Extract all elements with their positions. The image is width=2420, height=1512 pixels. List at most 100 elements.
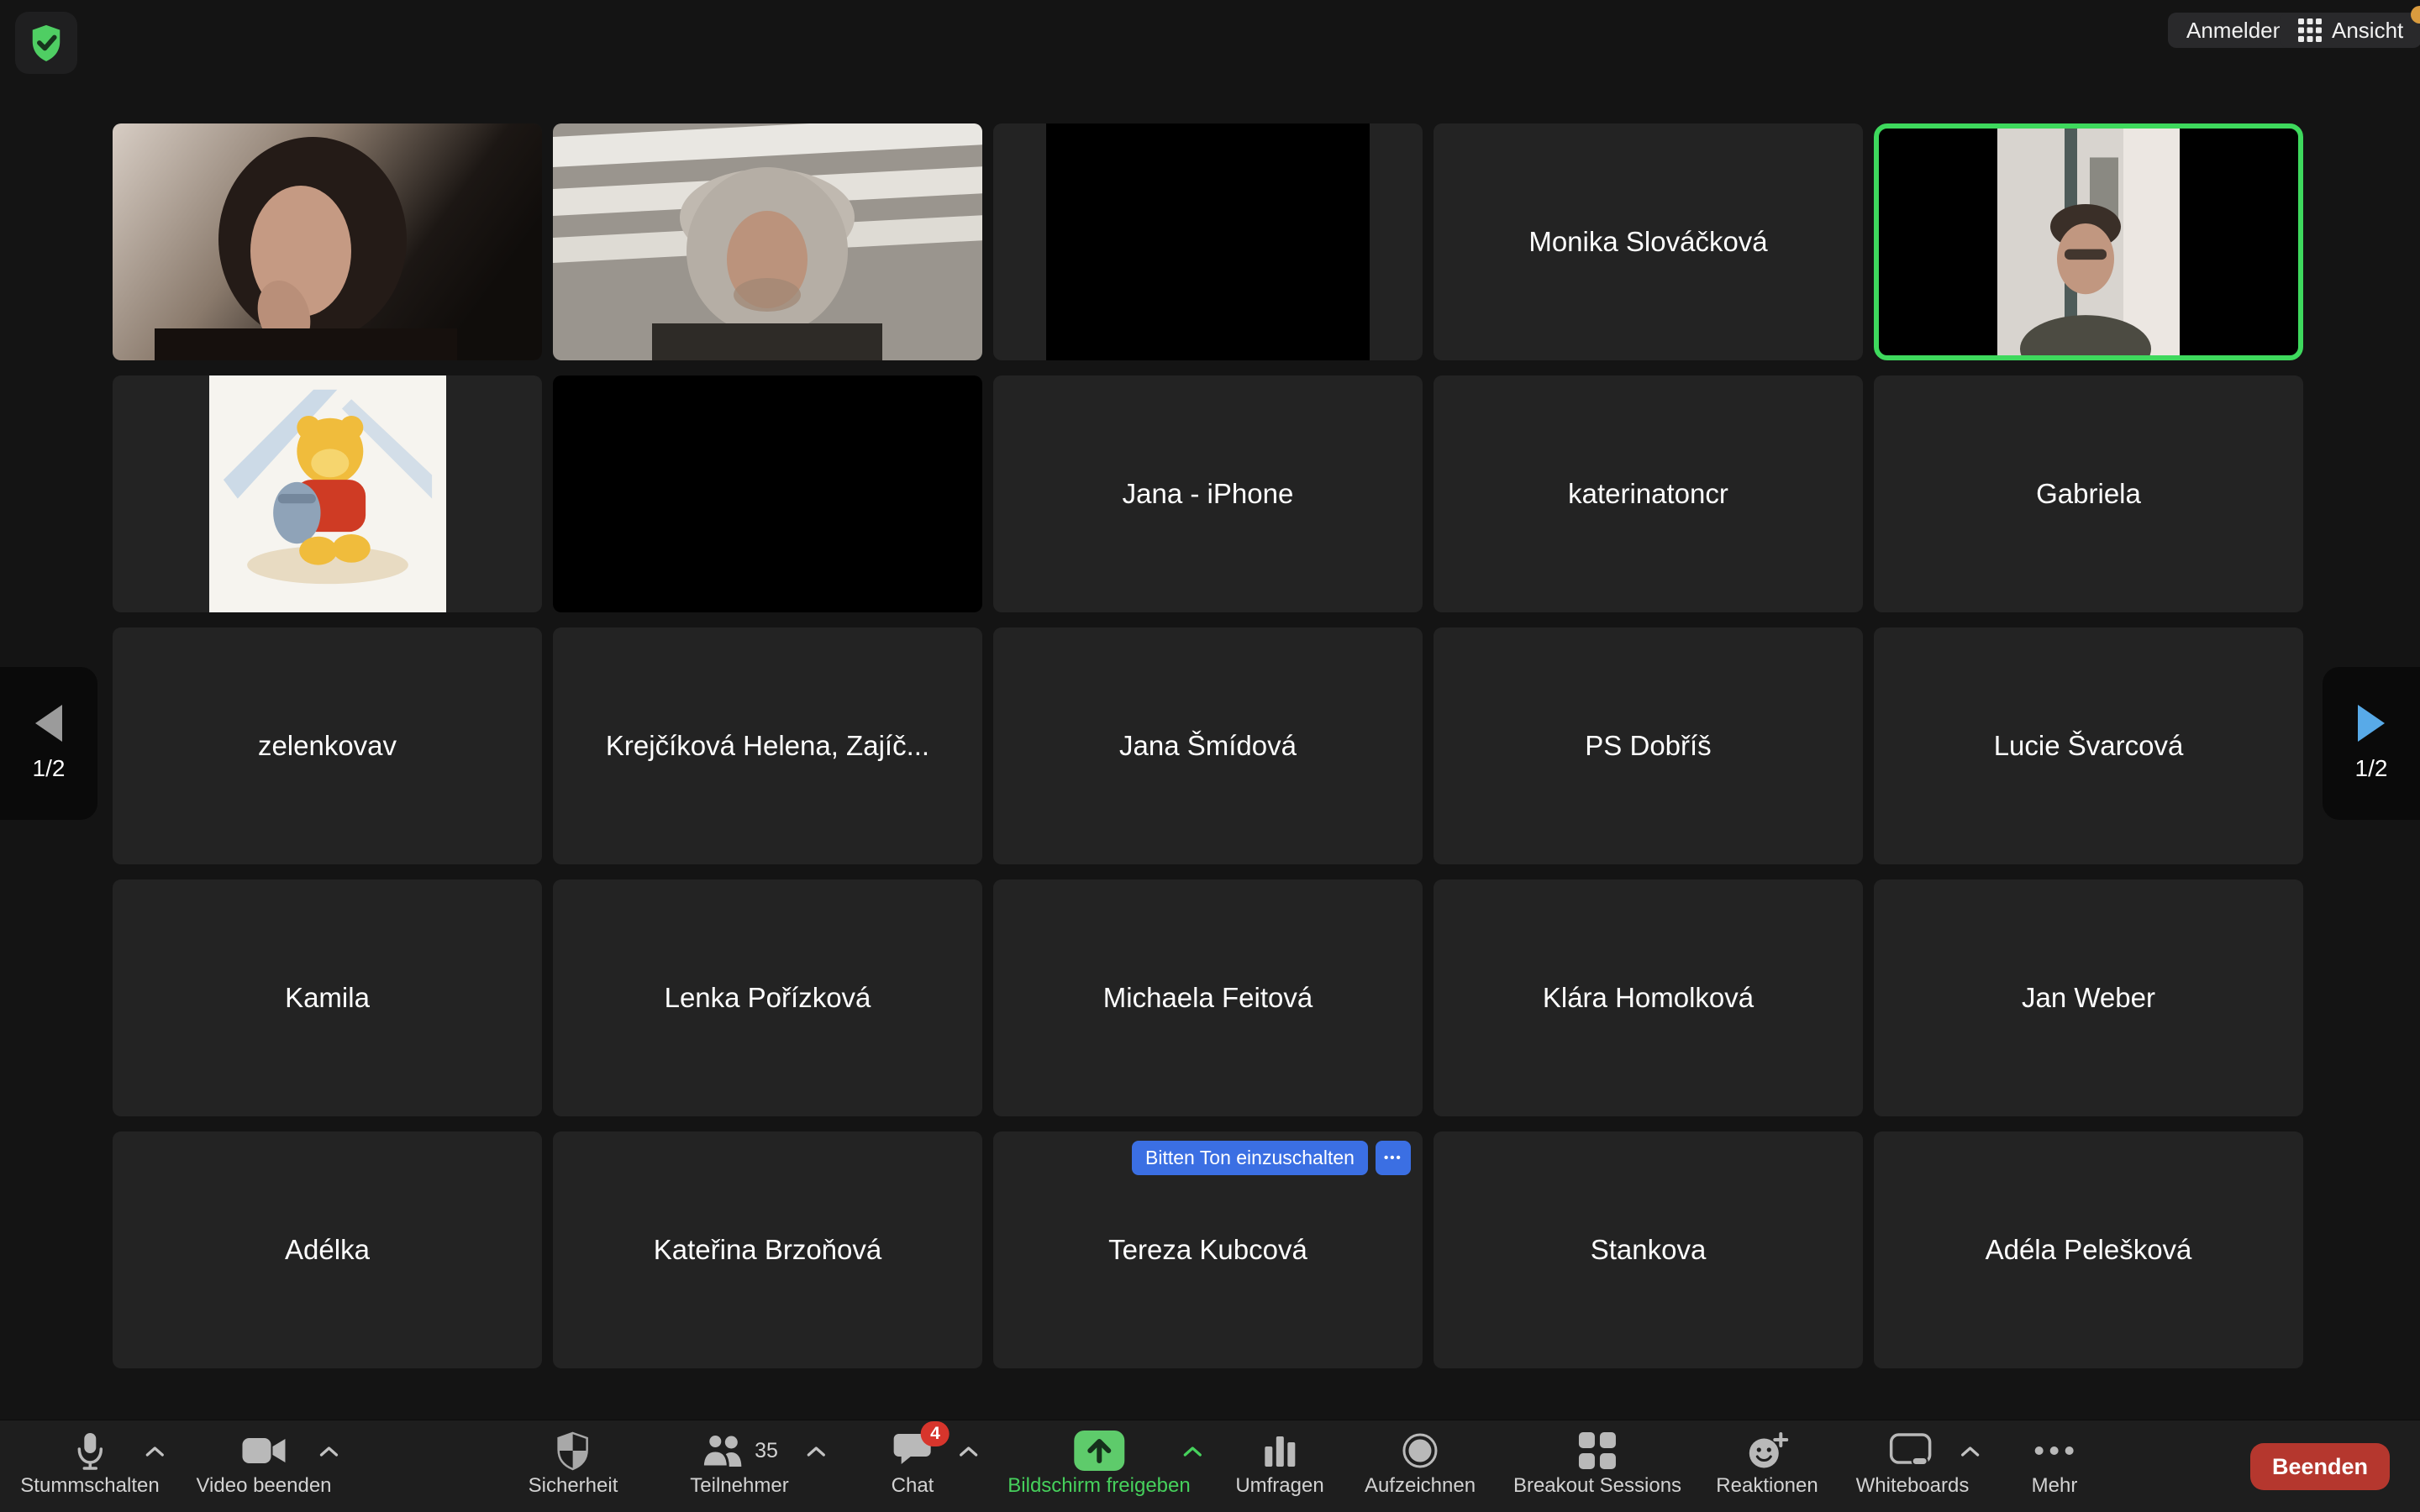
participant-tile-profile-image[interactable] — [113, 375, 542, 612]
end-meeting-button[interactable]: Beenden — [2250, 1443, 2390, 1490]
participant-name: Lenka Pořízková — [665, 982, 871, 1014]
ask-to-unmute-controls: Bitten Ton einzuschalten ••• — [1132, 1141, 1411, 1175]
previous-page-button[interactable]: 1/2 — [0, 667, 97, 820]
chevron-up-icon — [807, 1446, 825, 1457]
chat-unread-badge: 4 — [921, 1421, 950, 1446]
chat-options-caret[interactable] — [960, 1446, 978, 1461]
chevron-up-icon — [1961, 1446, 1980, 1457]
participant-name: Klára Homolková — [1543, 982, 1754, 1014]
participant-tile[interactable]: Gabriela — [1874, 375, 2303, 612]
participant-name: Tereza Kubcová — [1108, 1234, 1307, 1266]
participants-button[interactable]: 35 Teilnehmer — [690, 1431, 788, 1498]
polls-button[interactable]: Umfragen — [1235, 1431, 1323, 1498]
breakout-sessions-button[interactable]: Breakout Sessions — [1513, 1431, 1681, 1498]
video-camera-icon — [241, 1436, 287, 1466]
more-icon — [2034, 1446, 2075, 1456]
participant-tile[interactable]: Bitten Ton einzuschalten ••• Tereza Kubc… — [993, 1131, 1423, 1368]
participant-name: Monika Slováčková — [1528, 226, 1767, 258]
participant-name: katerinatoncr — [1568, 478, 1728, 510]
participant-name: Gabriela — [2036, 478, 2141, 510]
mute-button[interactable]: Stummschalten — [20, 1431, 159, 1498]
chevron-up-icon — [319, 1446, 338, 1457]
share-options-caret[interactable] — [1183, 1446, 1202, 1461]
participant-name: Jan Weber — [2022, 982, 2155, 1014]
arrow-left-icon — [35, 705, 62, 742]
arrow-right-icon — [2358, 705, 2385, 742]
chevron-up-icon — [960, 1446, 978, 1457]
participant-name: Jana Šmídová — [1119, 730, 1297, 762]
more-button[interactable]: Mehr — [2032, 1431, 2078, 1498]
reactions-button[interactable]: Reaktionen — [1716, 1431, 1818, 1498]
participant-tile[interactable]: PS Dobříš — [1434, 627, 1863, 864]
meeting-toolbar: Stummschalten Video beenden — [0, 1420, 2420, 1512]
participant-tile[interactable]: Lenka Pořízková — [553, 879, 982, 1116]
participant-tile-camera-dark[interactable] — [993, 123, 1423, 360]
video-options-caret[interactable] — [319, 1446, 338, 1461]
participant-tile[interactable]: Kateřina Brzoňová — [553, 1131, 982, 1368]
participant-tile[interactable]: Jan Weber — [1874, 879, 2303, 1116]
view-button[interactable]: Ansicht — [2280, 13, 2420, 48]
participant-tile-active-speaker[interactable] — [1874, 123, 2303, 360]
share-screen-button[interactable]: Bildschirm freigeben — [1007, 1431, 1190, 1498]
share-screen-icon — [1072, 1429, 1126, 1473]
participant-name: Kateřina Brzoňová — [654, 1234, 882, 1266]
breakout-sessions-icon — [1578, 1431, 1617, 1470]
participant-tile[interactable]: Kamila — [113, 879, 542, 1116]
video-feed — [1997, 129, 2180, 355]
participant-name: Stankova — [1591, 1234, 1707, 1266]
gallery-view-grid: Monika Slováčková — [113, 123, 2303, 1368]
reactions-icon — [1746, 1431, 1788, 1471]
stop-video-button[interactable]: Video beenden — [196, 1431, 331, 1498]
video-feed — [553, 123, 982, 360]
shield-check-icon — [24, 21, 68, 65]
ask-to-unmute-more-button[interactable]: ••• — [1376, 1141, 1411, 1175]
whiteboards-icon — [1890, 1433, 1935, 1468]
participant-tile-camera-dark[interactable] — [553, 375, 982, 612]
participant-tile[interactable]: Monika Slováčková — [1434, 123, 1863, 360]
video-feed — [113, 123, 542, 360]
participant-tile[interactable]: Adéla Pelešková — [1874, 1131, 2303, 1368]
participant-name: Krejčíková Helena, Zajíč... — [606, 730, 929, 762]
whiteboards-options-caret[interactable] — [1961, 1446, 1980, 1461]
participant-name: zelenkovav — [258, 730, 397, 762]
participant-tile[interactable]: Adélka — [113, 1131, 542, 1368]
sign-in-label: Anmelden — [2186, 18, 2285, 44]
ask-to-unmute-button[interactable]: Bitten Ton einzuschalten — [1132, 1141, 1368, 1175]
grid-view-icon — [2298, 18, 2322, 42]
chat-button[interactable]: 4 Chat — [892, 1431, 934, 1498]
participant-tile[interactable]: zelenkovav — [113, 627, 542, 864]
page-indicator: 1/2 — [33, 755, 66, 782]
participants-options-caret[interactable] — [807, 1446, 825, 1461]
participant-tile[interactable]: Stankova — [1434, 1131, 1863, 1368]
polls-icon — [1260, 1431, 1299, 1470]
participant-tile-video[interactable] — [113, 123, 542, 360]
meeting-security-shield[interactable] — [15, 12, 77, 74]
mute-options-caret[interactable] — [145, 1446, 164, 1461]
participant-tile[interactable]: Michaela Feitová — [993, 879, 1423, 1116]
participant-tile[interactable]: katerinatoncr — [1434, 375, 1863, 612]
next-page-button[interactable]: 1/2 — [2323, 667, 2420, 820]
whiteboards-button[interactable]: Whiteboards — [1856, 1431, 1970, 1498]
notification-dot — [2411, 6, 2420, 24]
security-shield-icon — [555, 1431, 592, 1471]
participants-icon — [701, 1433, 746, 1468]
participant-name: Adélka — [285, 1234, 370, 1266]
participant-tile[interactable]: Jana - iPhone — [993, 375, 1423, 612]
page-indicator: 1/2 — [2355, 755, 2388, 782]
profile-image — [209, 375, 446, 612]
black-video-feed — [1046, 123, 1370, 360]
participant-tile[interactable]: Krejčíková Helena, Zajíč... — [553, 627, 982, 864]
participant-tile[interactable]: Lucie Švarcová — [1874, 627, 2303, 864]
participant-tile[interactable]: Jana Šmídová — [993, 627, 1423, 864]
participant-tile[interactable]: Klára Homolková — [1434, 879, 1863, 1116]
microphone-icon — [73, 1431, 107, 1470]
participant-name: Adéla Pelešková — [1986, 1234, 2192, 1266]
view-label: Ansicht — [2332, 18, 2403, 44]
participant-tile-video[interactable] — [553, 123, 982, 360]
chevron-up-icon — [145, 1446, 164, 1457]
security-button[interactable]: Sicherheit — [529, 1431, 618, 1498]
chevron-up-icon — [1183, 1446, 1202, 1457]
participant-name: Michaela Feitová — [1103, 982, 1313, 1014]
record-button[interactable]: Aufzeichnen — [1365, 1431, 1476, 1498]
record-icon — [1401, 1431, 1439, 1470]
